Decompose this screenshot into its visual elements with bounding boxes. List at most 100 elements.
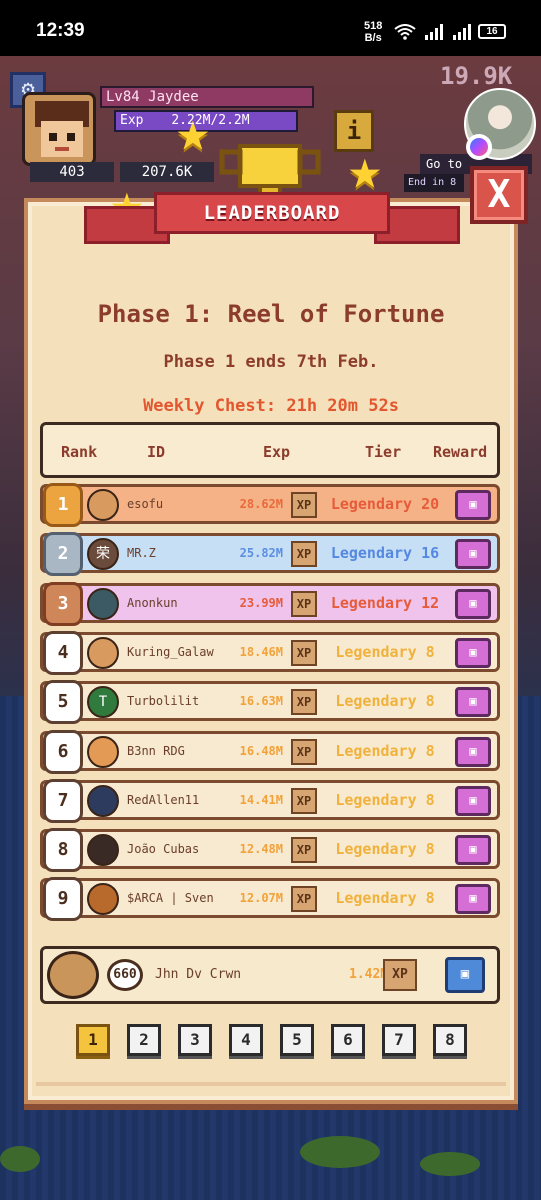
page-button-1[interactable]: 1 bbox=[76, 1024, 110, 1056]
page-button-2[interactable]: 2 bbox=[127, 1024, 161, 1056]
player-exp: 12.07M bbox=[239, 891, 283, 906]
table-row[interactable]: 4 Kuring_Galaw 18.46M XP Legendary 8 ▣ bbox=[40, 630, 500, 675]
chest-icon[interactable]: ▣ bbox=[455, 588, 491, 619]
exp-value: 2.22M/2.2M bbox=[171, 113, 250, 128]
player-exp: 12.48M bbox=[239, 842, 283, 857]
page-button-8[interactable]: 8 bbox=[433, 1024, 467, 1056]
player-tier: Legendary 12 bbox=[330, 593, 440, 612]
rank-badge: 5 bbox=[43, 680, 83, 725]
xp-icon: XP bbox=[291, 541, 317, 568]
table-row[interactable]: 7 RedAllen11 14.41M XP Legendary 8 ▣ bbox=[40, 778, 500, 823]
player-avatar bbox=[87, 489, 119, 521]
player-avatar-icon bbox=[35, 101, 89, 157]
player-exp: 16.63M bbox=[239, 694, 283, 709]
player-exp: 23.99M bbox=[239, 595, 283, 610]
table-row[interactable]: 5 T Turbolilit 16.63M XP Legendary 8 ▣ bbox=[40, 680, 500, 725]
player-avatar bbox=[87, 587, 119, 620]
page-button-4[interactable]: 4 bbox=[229, 1024, 263, 1056]
leaderboard-title: LEADERBOARD bbox=[154, 192, 390, 234]
player-avatar bbox=[87, 784, 119, 817]
xp-icon: XP bbox=[291, 689, 317, 716]
wifi-icon bbox=[394, 24, 416, 40]
rank-badge: 4 bbox=[43, 630, 83, 675]
panel-divider bbox=[36, 1082, 506, 1086]
xp-icon: XP bbox=[291, 590, 317, 617]
column-exp: Exp bbox=[263, 443, 291, 461]
rank-badge: 7 bbox=[43, 778, 83, 823]
coin-counter: 403 bbox=[30, 162, 114, 182]
table-row[interactable]: 3 Anonkun 23.99M XP Legendary 12 ▣ bbox=[40, 581, 500, 626]
chest-icon[interactable]: ▣ bbox=[455, 785, 491, 816]
page-button-7[interactable]: 7 bbox=[382, 1024, 416, 1056]
page-button-5[interactable]: 5 bbox=[280, 1024, 314, 1056]
status-bar: 12:39 518 B/s 16 bbox=[0, 0, 541, 56]
player-name: Kuring_Galaw bbox=[127, 644, 214, 659]
player-avatar: 荣 bbox=[87, 538, 119, 571]
xp-icon: XP bbox=[291, 787, 317, 814]
player-name: João Cubas bbox=[127, 842, 200, 857]
table-row[interactable]: 6 B3nn RDG 16.48M XP Legendary 8 ▣ bbox=[40, 729, 500, 774]
player-exp: 18.46M bbox=[239, 644, 283, 659]
table-row[interactable]: 1 esofu 28.62M XP Legendary 20 ▣ bbox=[40, 483, 500, 527]
chest-icon[interactable]: ▣ bbox=[455, 884, 491, 915]
player-avatar bbox=[87, 834, 119, 867]
my-avatar bbox=[47, 951, 99, 999]
player-name: Turbolilit bbox=[127, 694, 200, 709]
pagination: 12345678 bbox=[76, 1024, 476, 1058]
xp-icon: XP bbox=[291, 639, 317, 666]
column-rank: Rank bbox=[61, 443, 98, 461]
chest-icon[interactable]: ▣ bbox=[445, 957, 485, 993]
player-avatar[interactable] bbox=[22, 92, 96, 166]
player-exp: 28.62M bbox=[239, 497, 283, 511]
my-rank-row[interactable]: 660 Jhn Dv Crwn 1.42M XP ▣ bbox=[40, 946, 500, 1004]
rank-badge: 6 bbox=[43, 729, 83, 774]
weekly-chest-timer: Weekly Chest: 21h 20m 52s bbox=[143, 396, 399, 416]
table-row[interactable]: 9 $ARCA | Sven 12.07M XP Legendary 8 ▣ bbox=[40, 877, 500, 922]
xp-icon: XP bbox=[291, 837, 317, 864]
table-row[interactable]: 8 João Cubas 12.48M XP Legendary 8 ▣ bbox=[40, 828, 500, 873]
rank-badge: 1 bbox=[43, 483, 83, 527]
chest-icon[interactable]: ▣ bbox=[455, 539, 491, 570]
chest-icon[interactable]: ▣ bbox=[455, 736, 491, 767]
chest-icon[interactable]: ▣ bbox=[455, 490, 491, 520]
network-speed-unit: B/s bbox=[364, 32, 382, 44]
player-name: Anonkun bbox=[127, 595, 178, 610]
battery-icon: 16 bbox=[478, 24, 506, 39]
player-name: MR.Z bbox=[127, 546, 156, 561]
column-reward: Reward bbox=[433, 443, 488, 461]
close-button[interactable]: X bbox=[470, 166, 528, 224]
chest-icon[interactable]: ▣ bbox=[455, 637, 491, 668]
player-name: B3nn RDG bbox=[127, 743, 185, 758]
my-rank-badge: 660 bbox=[107, 959, 143, 991]
player-avatar bbox=[87, 883, 119, 916]
table-row[interactable]: 2 荣 MR.Z 25.82M XP Legendary 16 ▣ bbox=[40, 532, 500, 577]
rank-badge: 2 bbox=[43, 532, 83, 577]
network-speed-value: 518 bbox=[364, 20, 383, 32]
chest-icon[interactable]: ▣ bbox=[455, 687, 491, 718]
rank-badge: 8 bbox=[43, 828, 83, 873]
phase-title: Phase 1: Reel of Fortune bbox=[97, 300, 445, 328]
lily-pad-icon bbox=[420, 1152, 480, 1176]
status-time: 12:39 bbox=[36, 20, 85, 41]
page-button-3[interactable]: 3 bbox=[178, 1024, 212, 1056]
player-tier: Legendary 8 bbox=[335, 840, 435, 859]
player-tier: Legendary 8 bbox=[335, 642, 435, 661]
rank-badge: 3 bbox=[43, 581, 83, 626]
player-exp: 16.48M bbox=[239, 743, 283, 758]
player-name: $ARCA | Sven bbox=[127, 891, 214, 906]
player-tier: Legendary 8 bbox=[335, 692, 435, 711]
player-avatar bbox=[87, 735, 119, 768]
chest-icon[interactable]: ▣ bbox=[455, 835, 491, 866]
player-exp: 25.82M bbox=[239, 546, 283, 561]
player-tier: Legendary 8 bbox=[335, 790, 435, 809]
table-header: Rank ID Exp Tier Reward bbox=[40, 422, 500, 478]
xp-icon: XP bbox=[291, 886, 317, 913]
lily-pad-icon bbox=[0, 1146, 40, 1172]
column-id: ID bbox=[147, 443, 166, 461]
column-tier: Tier bbox=[365, 443, 402, 461]
page-button-6[interactable]: 6 bbox=[331, 1024, 365, 1056]
player-name: RedAllen11 bbox=[127, 792, 200, 807]
player-avatar bbox=[87, 636, 119, 669]
player-tier: Legendary 8 bbox=[335, 889, 435, 908]
phase-subtitle: Phase 1 ends 7th Feb. bbox=[163, 352, 379, 372]
